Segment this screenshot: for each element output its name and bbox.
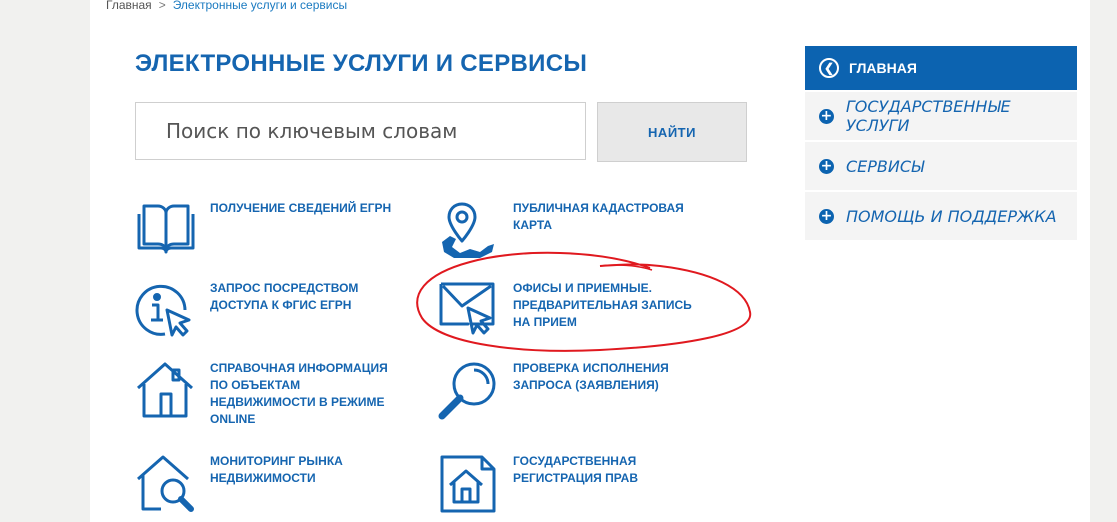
sidebar-item-help[interactable]: + ПОМОЩЬ И ПОДДЕРЖКА xyxy=(805,192,1077,240)
service-request-check[interactable]: ПРОВЕРКА ИСПОЛНЕНИЯ ЗАПРОСА (ЗАЯВЛЕНИЯ) xyxy=(438,360,708,420)
sidebar-item-services[interactable]: + СЕРВИСЫ xyxy=(805,142,1077,190)
service-fgis-egrn-request[interactable]: ЗАПРОС ПОСРЕДСТВОМ ДОСТУПА К ФГИС ЕГРН xyxy=(135,280,405,340)
service-egrn-info[interactable]: ПОЛУЧЕНИЕ СВЕДЕНИЙ ЕГРН xyxy=(135,200,405,260)
plus-icon: + xyxy=(819,157,834,174)
search-input[interactable] xyxy=(135,102,586,160)
service-label: ПРОВЕРКА ИСПОЛНЕНИЯ ЗАПРОСА (ЗАЯВЛЕНИЯ) xyxy=(513,361,669,392)
plus-icon: + xyxy=(819,107,834,124)
service-market-monitoring[interactable]: МОНИТОРИНГ РЫНКА НЕДВИЖИМОСТИ xyxy=(135,453,405,513)
page-title: ЭЛЕКТРОННЫЕ УСЛУГИ И СЕРВИСЫ xyxy=(135,50,588,77)
service-label: СПРАВОЧНАЯ ИНФОРМАЦИЯ ПО ОБЪЕКТАМ НЕДВИЖ… xyxy=(210,361,388,426)
sidebar-home-link[interactable]: ❮ ГЛАВНАЯ xyxy=(805,46,1077,90)
service-cadastral-map[interactable]: ПУБЛИЧНАЯ КАДАСТРОВАЯ КАРТА xyxy=(438,200,708,260)
breadcrumb-home-link[interactable]: Главная xyxy=(106,0,152,12)
service-label: ПУБЛИЧНАЯ КАДАСТРОВАЯ КАРТА xyxy=(513,201,684,232)
sidebar-item-label: ГОСУДАРСТВЕННЫЕ УСЛУГИ xyxy=(845,97,1011,135)
service-rights-registration[interactable]: ГОСУДАРСТВЕННАЯ РЕГИСТРАЦИЯ ПРАВ xyxy=(438,453,708,513)
map-pin-icon xyxy=(438,200,500,262)
service-label: ПОЛУЧЕНИЕ СВЕДЕНИЙ ЕГРН xyxy=(210,201,392,215)
service-label: ГОСУДАРСТВЕННАЯ РЕГИСТРАЦИЯ ПРАВ xyxy=(513,454,639,485)
service-reference-info[interactable]: СПРАВОЧНАЯ ИНФОРМАЦИЯ ПО ОБЪЕКТАМ НЕДВИЖ… xyxy=(135,360,405,440)
house-icon xyxy=(135,360,197,422)
house-magnifier-icon xyxy=(135,453,197,515)
plus-icon: + xyxy=(819,207,834,224)
book-icon xyxy=(135,200,197,262)
info-cursor-icon xyxy=(135,280,197,342)
search-button[interactable]: НАЙТИ xyxy=(597,102,747,162)
sidebar-item-gov-services[interactable]: + ГОСУДАРСТВЕННЫЕ УСЛУГИ xyxy=(805,92,1077,140)
service-label: ЗАПРОС ПОСРЕДСТВОМ ДОСТУПА К ФГИС ЕГРН xyxy=(210,281,359,312)
chevron-left-icon: ❮ xyxy=(819,58,839,78)
breadcrumb: Главная > Электронные услуги и сервисы xyxy=(106,0,347,12)
house-document-icon xyxy=(438,453,500,515)
breadcrumb-current: Электронные услуги и сервисы xyxy=(172,0,348,12)
breadcrumb-separator: > xyxy=(158,0,166,12)
service-label: МОНИТОРИНГ РЫНКА НЕДВИЖИМОСТИ xyxy=(210,454,343,485)
sidebar-item-label: ПОМОЩЬ И ПОДДЕРЖКА xyxy=(846,206,1057,226)
sidebar: ❮ ГЛАВНАЯ + ГОСУДАРСТВЕННЫЕ УСЛУГИ + СЕР… xyxy=(805,46,1077,240)
service-offices-appointment[interactable]: ОФИСЫ И ПРИЕМНЫЕ. ПРЕДВАРИТЕЛЬНАЯ ЗАПИСЬ… xyxy=(438,280,708,340)
envelope-cursor-icon xyxy=(438,280,500,342)
sidebar-item-label: СЕРВИСЫ xyxy=(846,156,925,176)
sidebar-home-label: ГЛАВНАЯ xyxy=(849,60,917,76)
service-label: ОФИСЫ И ПРИЕМНЫЕ. ПРЕДВАРИТЕЛЬНАЯ ЗАПИСЬ… xyxy=(513,281,692,329)
magnifier-icon xyxy=(438,360,500,422)
